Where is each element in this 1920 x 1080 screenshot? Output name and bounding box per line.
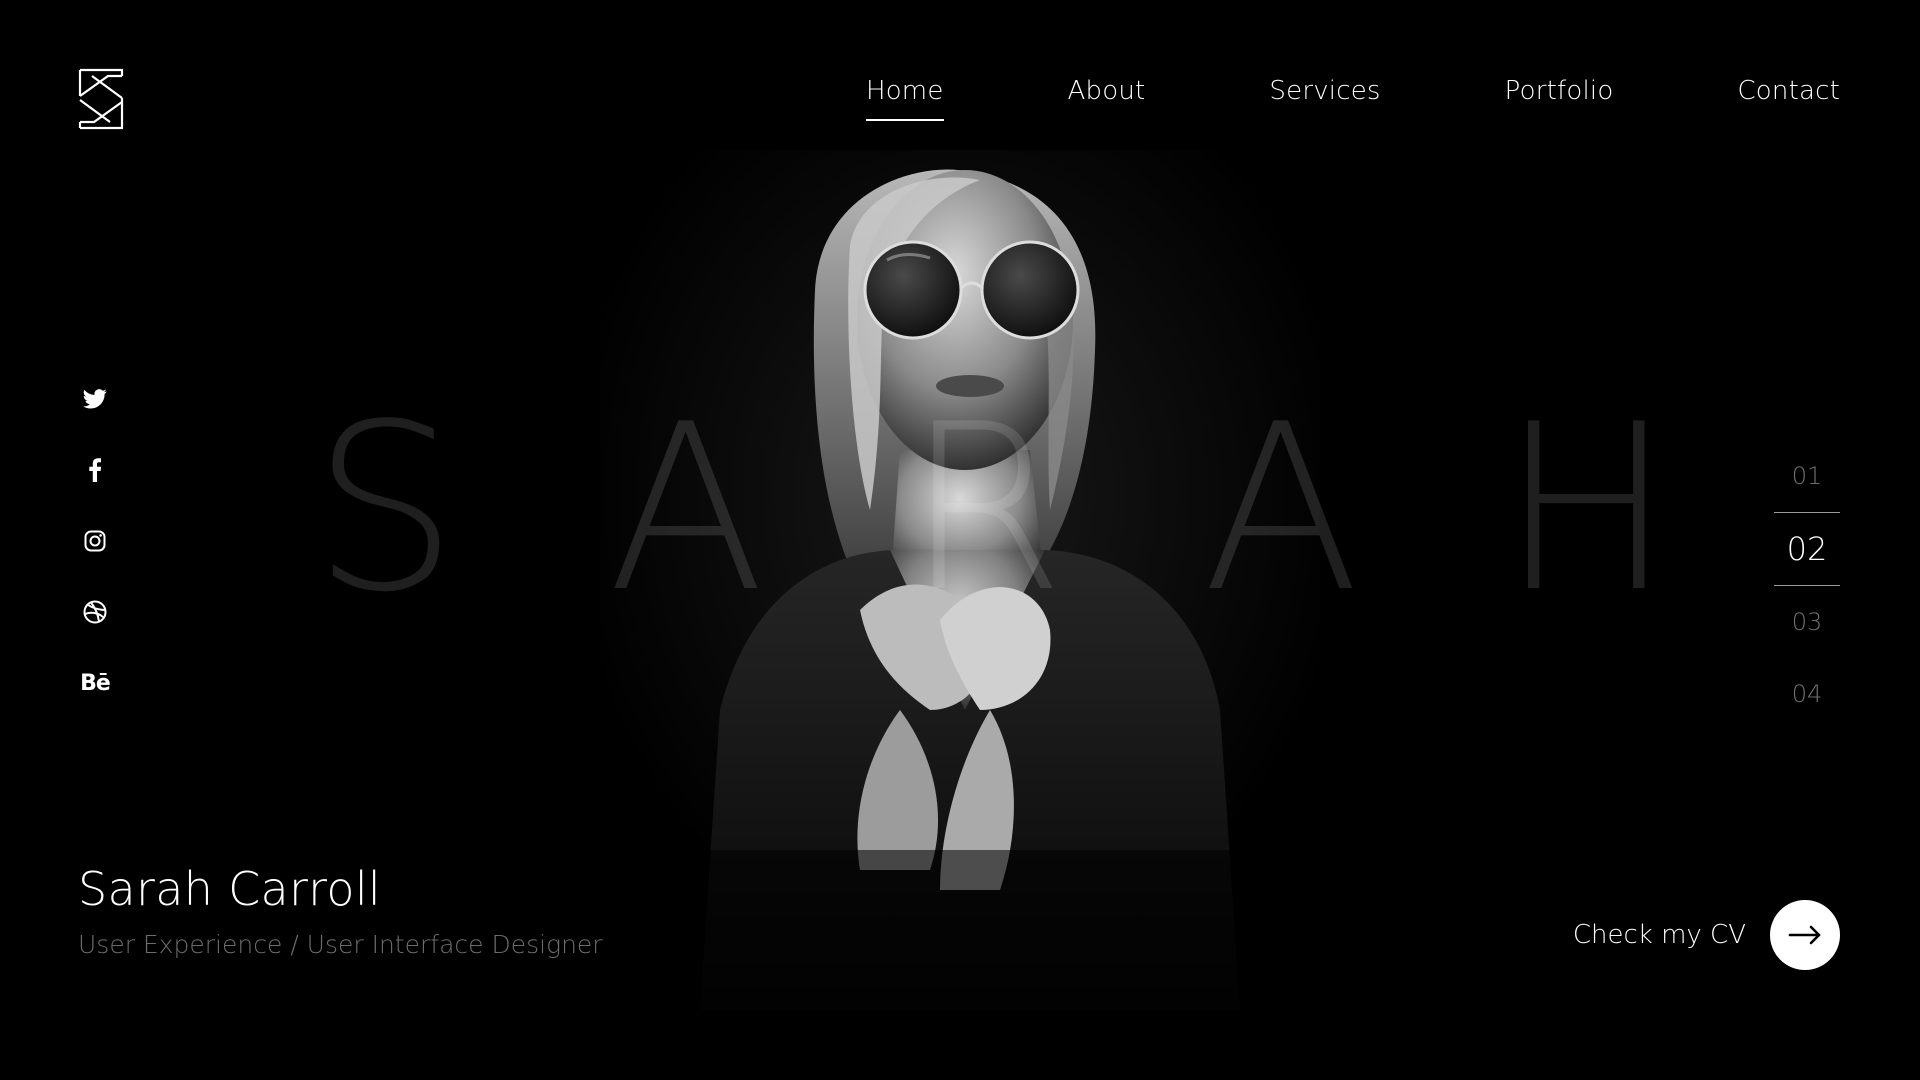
watermark-letter: S [312, 376, 458, 643]
pager-item-02[interactable]: 02 [1774, 512, 1840, 586]
main-nav: Home About Services Portfolio Contact [865, 76, 1840, 121]
landing-page: S A R A H Home About Services Portfolio … [0, 0, 1920, 1080]
pager-item-04[interactable]: 04 [1774, 658, 1840, 730]
nav-portfolio[interactable]: Portfolio [1505, 76, 1614, 106]
watermark-letter: H [1500, 376, 1673, 643]
dribbble-icon[interactable] [78, 595, 112, 629]
hero-role: User Experience / User Interface Designe… [78, 930, 603, 959]
hero-text: Sarah Carroll User Experience / User Int… [78, 862, 603, 959]
hero-portrait [600, 150, 1320, 1010]
behance-glyph: Bē [80, 670, 111, 696]
facebook-icon[interactable] [78, 453, 112, 487]
check-cv-label: Check my CV [1572, 920, 1746, 950]
behance-icon[interactable]: Bē [78, 666, 112, 700]
nav-services[interactable]: Services [1269, 76, 1380, 106]
slide-pager: 01 02 03 04 [1774, 440, 1840, 730]
nav-home[interactable]: Home [865, 76, 944, 121]
pager-item-01[interactable]: 01 [1774, 440, 1840, 512]
check-cv-button[interactable]: Check my CV [1573, 900, 1840, 970]
instagram-icon[interactable] [78, 524, 112, 558]
hero-name: Sarah Carroll [78, 862, 381, 916]
arrow-right-icon[interactable] [1770, 900, 1840, 970]
twitter-icon[interactable] [78, 382, 112, 416]
s-monogram-logo[interactable] [78, 68, 124, 130]
nav-contact[interactable]: Contact [1737, 76, 1840, 106]
pager-item-03[interactable]: 03 [1774, 586, 1840, 658]
nav-about[interactable]: About [1068, 76, 1146, 106]
social-links: Bē [78, 382, 112, 737]
